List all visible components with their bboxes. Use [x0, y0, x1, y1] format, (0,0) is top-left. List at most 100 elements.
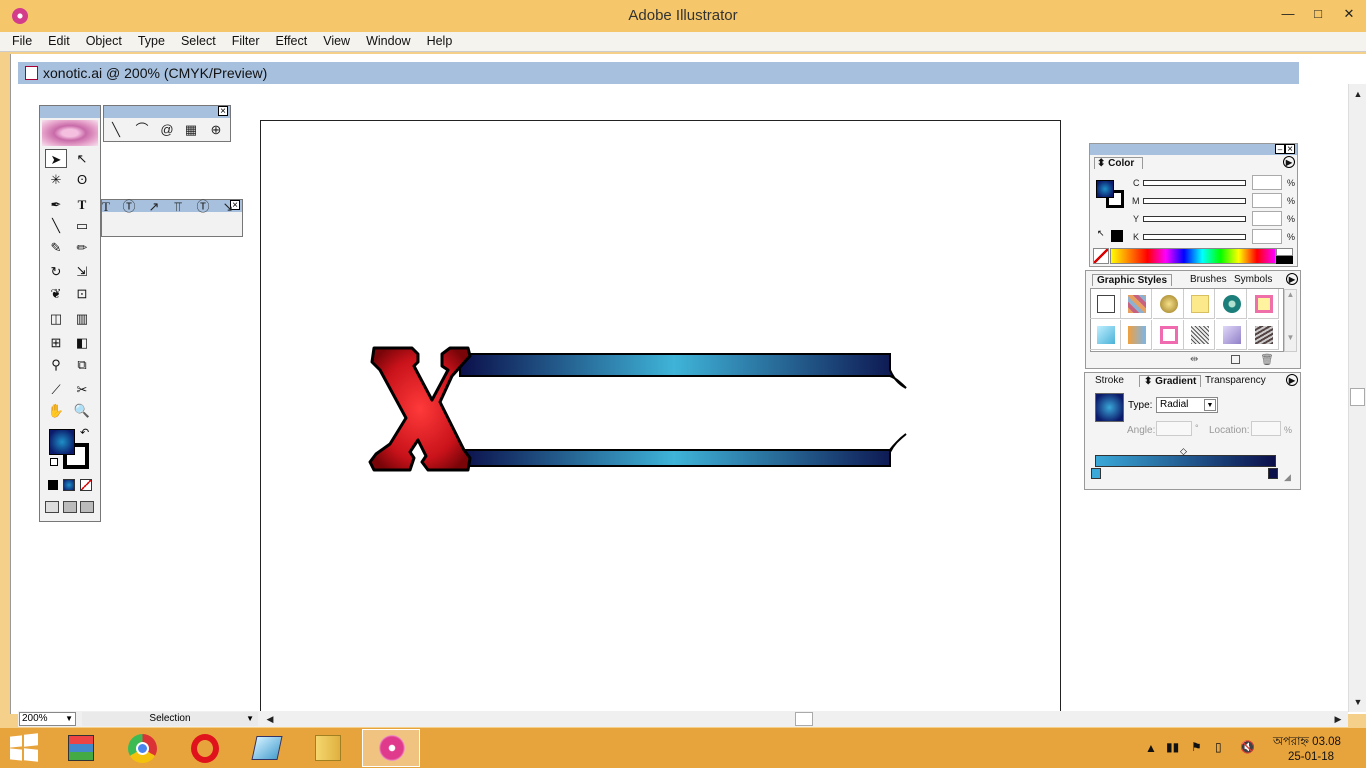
free-transform-tool-icon[interactable]: ⊡ — [71, 284, 93, 303]
path-type-tool-icon[interactable]: ↗ — [144, 198, 164, 216]
default-colors-icon[interactable] — [50, 458, 58, 466]
angle-input[interactable] — [1156, 421, 1192, 436]
style-swatch-orange-blue[interactable] — [1121, 320, 1152, 350]
tab-symbols[interactable]: Symbols — [1234, 274, 1272, 285]
warp-tool-icon[interactable]: ❦ — [45, 284, 67, 303]
scroll-left-arrow-icon[interactable]: ◀ — [262, 711, 278, 727]
taskbar-notepad-icon[interactable] — [238, 729, 296, 767]
channel-k-slider[interactable] — [1143, 234, 1246, 240]
full-screen-mode-icon[interactable] — [80, 501, 94, 513]
color-fill-swatch[interactable] — [1096, 180, 1114, 198]
vertical-area-type-tool-icon[interactable]: Ⓣ — [193, 198, 213, 216]
channel-k-input[interactable] — [1252, 229, 1282, 244]
minimize-panel-icon[interactable]: – — [1275, 144, 1285, 154]
rotate-tool-icon[interactable]: ↻ — [45, 262, 67, 281]
close-icon[interactable]: × — [218, 106, 228, 117]
none-color-icon[interactable] — [1093, 248, 1109, 264]
status-tool-display[interactable]: Selection ▼ — [82, 712, 258, 726]
toolbox-header[interactable] — [40, 106, 100, 118]
fill-color-swatch-front[interactable] — [49, 429, 75, 455]
new-style-icon[interactable] — [1231, 355, 1240, 364]
zoom-tool-icon[interactable]: 🔍 — [71, 401, 93, 420]
break-link-icon[interactable]: ⇹ — [1190, 354, 1198, 365]
type-tool-icon[interactable]: T — [96, 198, 116, 216]
style-swatch-teal-ring[interactable] — [1216, 289, 1247, 319]
style-swatch-mosaic[interactable] — [1121, 289, 1152, 319]
channel-c-slider[interactable] — [1143, 180, 1246, 186]
tab-gradient[interactable]: ⬍ Gradient — [1139, 375, 1202, 387]
scissors-tool-icon[interactable]: ✂ — [71, 380, 93, 399]
maximize-button[interactable]: □ — [1303, 4, 1333, 24]
tab-transparency[interactable]: Transparency — [1205, 375, 1266, 386]
black-swatch-ramp[interactable] — [1276, 256, 1293, 264]
taskbar-illustrator-icon[interactable] — [362, 729, 420, 767]
menu-object[interactable]: Object — [77, 32, 129, 51]
polar-grid-tool-icon[interactable]: ⊕ — [206, 121, 226, 139]
color-mode-icon[interactable] — [48, 480, 58, 490]
scroll-right-arrow-icon[interactable]: ▶ — [1330, 711, 1346, 727]
blend-tool-icon[interactable]: ⧉ — [71, 355, 93, 374]
none-mode-icon[interactable] — [80, 479, 92, 491]
close-icon[interactable]: × — [1285, 144, 1295, 155]
gradient-slider-bar[interactable] — [1095, 455, 1276, 467]
chevron-down-icon[interactable]: ▼ — [65, 713, 73, 725]
volume-muted-icon[interactable]: 🔇 — [1240, 740, 1255, 754]
tab-graphic-styles[interactable]: Graphic Styles — [1092, 274, 1173, 286]
style-swatch-gold[interactable] — [1153, 289, 1184, 319]
hand-tool-icon[interactable]: ✋ — [45, 401, 67, 420]
close-button[interactable]: ✕ — [1334, 4, 1364, 24]
style-swatch-lavender[interactable] — [1216, 320, 1247, 350]
style-swatch-yellow[interactable] — [1184, 289, 1215, 319]
trash-icon[interactable]: 🗑 — [1260, 353, 1274, 366]
graphic-styles-scrollbar[interactable]: ▲ ▼ — [1284, 289, 1297, 352]
line-tool-icon[interactable]: ╲ — [45, 216, 67, 235]
spiral-tool-icon[interactable]: @ — [157, 121, 177, 139]
paintbrush-tool-icon[interactable]: ✎ — [45, 238, 67, 257]
direct-selection-tool-icon[interactable]: ↖ — [71, 149, 93, 168]
arc-tool-icon[interactable]: ⌒ — [132, 121, 152, 139]
area-type-tool-icon[interactable]: Ⓣ — [119, 198, 139, 216]
action-center-flag-icon[interactable]: ⚑ — [1191, 740, 1202, 754]
menu-help[interactable]: Help — [418, 32, 460, 51]
tab-stroke[interactable]: Stroke — [1095, 375, 1124, 386]
pencil-tool-icon[interactable]: ✏ — [71, 238, 93, 257]
full-screen-menu-mode-icon[interactable] — [63, 501, 77, 513]
style-swatch-blue-cube[interactable] — [1090, 320, 1121, 350]
xonotic-logo-artwork[interactable] — [360, 340, 920, 480]
white-swatch[interactable] — [1276, 248, 1293, 256]
scroll-down-arrow-icon[interactable]: ▼ — [1285, 333, 1296, 342]
line-segment-tool-icon[interactable]: ╲ — [106, 121, 126, 139]
eyedropper-tool-icon[interactable]: ⚲ — [45, 355, 67, 374]
location-input[interactable] — [1251, 421, 1281, 436]
gradient-type-select[interactable]: Radial ▼ — [1156, 397, 1218, 413]
symbol-sprayer-tool-icon[interactable]: ◫ — [45, 309, 67, 328]
scroll-up-arrow-icon[interactable]: ▲ — [1285, 290, 1296, 299]
out-of-gamut-icon[interactable]: ↖ — [1097, 228, 1105, 239]
line-tools-panel-header[interactable]: × — [104, 106, 230, 118]
taskbar-date[interactable]: 25-01-18 — [1288, 751, 1334, 763]
show-hidden-icons-icon[interactable]: ▲ — [1145, 741, 1157, 755]
swap-fill-stroke-icon[interactable]: ↶ — [80, 426, 89, 439]
style-swatch-default[interactable] — [1090, 289, 1121, 319]
panel-menu-icon[interactable]: ▶ — [1286, 374, 1298, 386]
style-swatch-pink-glow[interactable] — [1248, 289, 1279, 319]
standard-screen-mode-icon[interactable] — [45, 501, 59, 513]
gradient-tool-icon[interactable]: ◧ — [71, 333, 93, 352]
horizontal-scrollbar[interactable]: ◀ ▶ — [262, 712, 1348, 726]
channel-y-input[interactable] — [1252, 211, 1282, 226]
chevron-down-icon[interactable]: ▼ — [1204, 399, 1216, 411]
vertical-scrollbar[interactable]: ▲ ▼ — [1348, 84, 1366, 712]
gradient-mode-icon[interactable] — [63, 479, 75, 491]
selection-tool-icon[interactable]: ➤ — [45, 149, 67, 168]
menu-window[interactable]: Window — [357, 32, 417, 51]
panel-menu-icon[interactable]: ▶ — [1286, 273, 1298, 285]
windows-start-icon[interactable] — [10, 733, 40, 762]
tab-brushes[interactable]: Brushes — [1190, 274, 1227, 285]
menu-effect[interactable]: Effect — [266, 32, 314, 51]
menu-view[interactable]: View — [314, 32, 357, 51]
menu-edit[interactable]: Edit — [39, 32, 77, 51]
zoom-level-field[interactable]: 200% ▼ — [19, 712, 76, 726]
style-swatch-hatch[interactable] — [1184, 320, 1215, 350]
rectangle-tool-icon[interactable]: ▭ — [71, 216, 93, 235]
rectangular-grid-tool-icon[interactable]: ▦ — [181, 121, 201, 139]
